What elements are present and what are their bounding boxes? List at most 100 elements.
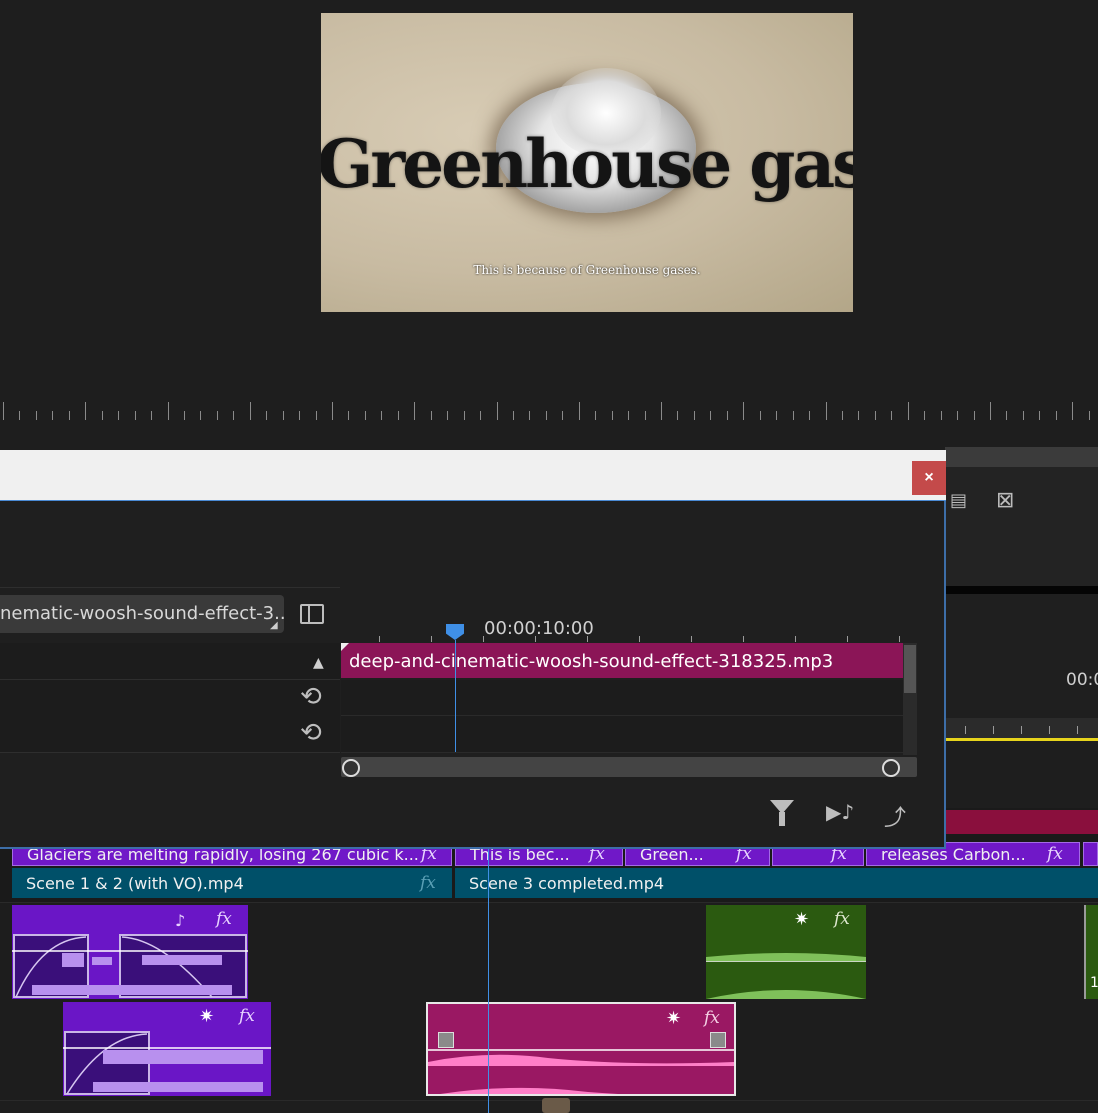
- ruler-tick: [957, 411, 959, 420]
- ruler-tick: [644, 411, 646, 420]
- ruler-tick: [85, 402, 87, 420]
- ruler-tick: [480, 411, 482, 420]
- ruler-tick: [1055, 411, 1057, 420]
- export-icon[interactable]: ⤴: [884, 800, 906, 832]
- audio-clip[interactable]: 1: [1084, 905, 1098, 999]
- ruler-tick: [825, 402, 827, 420]
- ruler-tick: [151, 411, 153, 420]
- audio-waveform: [63, 1031, 271, 1095]
- ruler-tick: [183, 411, 185, 420]
- play-audio-icon[interactable]: ▶♪: [826, 800, 854, 824]
- ruler-tick: [282, 411, 284, 420]
- timeline-zoom-handle[interactable]: [542, 1098, 570, 1113]
- property-row: [0, 716, 340, 753]
- ruler-tick: [35, 411, 37, 420]
- ruler-tick: [759, 411, 761, 420]
- ruler-tick: [381, 411, 383, 420]
- ruler-tick: [841, 411, 843, 420]
- ruler-tick: [430, 411, 432, 420]
- dialog-titlebar[interactable]: [0, 450, 946, 501]
- video-clip[interactable]: Scene 3 completed.mp4: [455, 868, 1098, 898]
- dialog-close-button[interactable]: ×: [912, 461, 946, 495]
- ruler-tick: [364, 411, 366, 420]
- ruler-tick: [562, 411, 564, 420]
- ruler-tick: [19, 411, 21, 420]
- timeline-tab-strip: [945, 447, 1098, 467]
- ruler-tick: [332, 402, 333, 420]
- ruler-tick: [691, 636, 692, 642]
- panel-toggle-icon[interactable]: [300, 604, 324, 624]
- filter-icon-stem: [779, 812, 785, 826]
- timeline-playhead[interactable]: [488, 848, 489, 1113]
- audio-clip[interactable]: ♪ fx: [12, 905, 248, 999]
- caption-clip[interactable]: [1083, 842, 1098, 866]
- ruler-tick: [743, 402, 745, 420]
- timeline-ruler-ticks: [945, 718, 1098, 738]
- dialog-clip-name: deep-and-cinematic-woosh-sound-effect-31…: [349, 651, 834, 672]
- ruler-tick: [463, 411, 465, 420]
- clip-selector-dropdown[interactable]: nematic-woosh-sound-effect-3...: [0, 595, 284, 633]
- ruler-tick: [907, 402, 909, 420]
- dialog-audio-clip[interactable]: deep-and-cinematic-woosh-sound-effect-31…: [341, 643, 903, 678]
- dialog-keyframe-lane[interactable]: [341, 680, 903, 716]
- ruler-tick: [315, 411, 317, 420]
- ruler-tick: [1021, 726, 1022, 734]
- work-area-bar[interactable]: [945, 738, 1098, 741]
- ruler-tick: [891, 411, 893, 420]
- spark-icon: ✷: [794, 909, 810, 930]
- ruler-tick: [496, 402, 498, 420]
- fx-icon: fx: [1047, 844, 1063, 864]
- dialog-keyframe-lane[interactable]: [341, 716, 903, 753]
- ruler-tick: [661, 402, 662, 420]
- property-row: [0, 680, 340, 717]
- ruler-tick: [847, 636, 848, 642]
- ruler-tick: [545, 411, 547, 420]
- crimson-clip[interactable]: [945, 810, 1098, 834]
- collapse-arrow-icon[interactable]: ▲: [313, 655, 324, 671]
- ruler-tick: [397, 411, 399, 420]
- dialog-timecode: 00:00:10:00: [484, 618, 594, 639]
- track-row-audio-2: ✷ fx ✷ fx: [0, 1000, 1098, 1113]
- video-clip[interactable]: Scene 1 & 2 (with VO).mp4 fx: [12, 868, 452, 898]
- ruler-tick: [578, 402, 580, 420]
- clip-number: 1: [1090, 975, 1098, 991]
- ruler-tick: [611, 411, 613, 420]
- audio-clip[interactable]: ✷ fx: [706, 905, 866, 999]
- monitor-ruler[interactable]: [0, 398, 1098, 426]
- dialog-scrollbar-thumb[interactable]: [904, 645, 916, 693]
- ruler-tick: [677, 411, 679, 420]
- ruler-tick: [993, 726, 994, 734]
- ruler-tick: [379, 636, 380, 642]
- fx-icon: fx: [216, 909, 232, 929]
- video-clip-label: Scene 3 completed.mp4: [469, 874, 665, 893]
- ruler-tick: [118, 411, 120, 420]
- ruler-tick: [200, 411, 202, 420]
- audio-clip-selected[interactable]: ✷ fx: [426, 1002, 736, 1096]
- linked-selection-icon[interactable]: ⊠: [996, 488, 1014, 513]
- ruler-tick: [1088, 411, 1090, 420]
- dialog-playhead-line: [455, 640, 456, 752]
- ruler-tick: [1072, 402, 1074, 420]
- ruler-tick: [414, 402, 416, 420]
- audio-effect-icon: ♪: [175, 911, 186, 930]
- fx-icon: fx: [239, 1006, 255, 1026]
- spark-icon: ✷: [199, 1006, 215, 1027]
- zoom-handle-right[interactable]: [882, 759, 900, 777]
- dialog-mini-ruler[interactable]: [341, 620, 903, 642]
- ruler-tick: [595, 411, 597, 420]
- zoom-handle-left[interactable]: [342, 759, 360, 777]
- audio-waveform: [706, 953, 866, 999]
- ruler-tick: [743, 636, 744, 642]
- timeline-divider: [945, 586, 1098, 594]
- ruler-tick: [874, 411, 876, 420]
- ruler-tick: [1077, 726, 1078, 734]
- dialog-zoom-scrollbar[interactable]: [341, 757, 917, 777]
- ruler-tick: [1006, 411, 1008, 420]
- reset-icon[interactable]: ⟲: [300, 684, 322, 710]
- ruler-tick: [134, 411, 136, 420]
- timeline-ruler[interactable]: [945, 594, 1098, 718]
- film-strip-icon[interactable]: ▤: [950, 490, 967, 511]
- reset-icon[interactable]: ⟲: [300, 720, 322, 746]
- audio-clip[interactable]: ✷ fx: [63, 1002, 271, 1096]
- timeline-header: [945, 467, 1098, 587]
